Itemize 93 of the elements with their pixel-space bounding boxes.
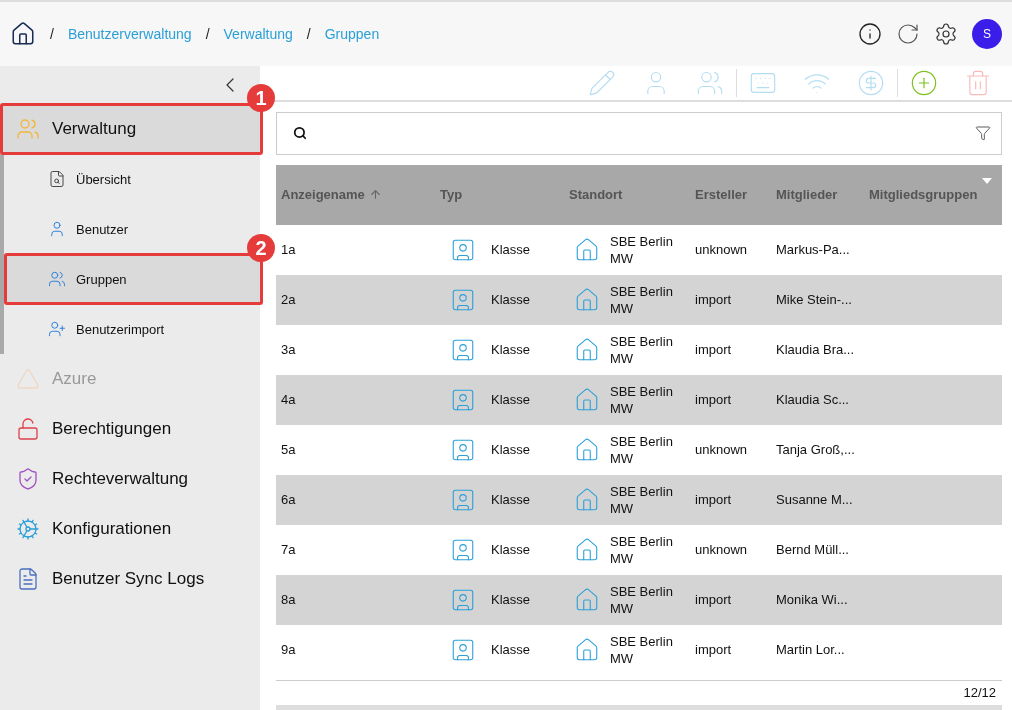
table-cell-text: import [694,492,733,508]
table-cell-text: 1a [280,242,297,258]
house-icon [574,636,600,663]
table-cell-text: import [694,592,733,608]
person-add-icon [48,320,66,338]
table-cell-text: unknown [694,242,749,258]
table-cell-text: SBE Berlin MW [610,382,674,417]
table-cell-text: Mike Stein-... [775,292,853,308]
person-icon [48,220,66,238]
sidebar-item[interactable]: Berechtigungen [0,404,260,454]
breadcrumb-separator: / [50,26,54,42]
table-cell-text: SBE Berlin MW [610,432,674,467]
house-icon [574,236,600,263]
table-cell-text: SBE Berlin MW [610,532,674,567]
row-count: 12/12 [963,684,996,700]
house-icon [574,286,600,313]
search-field[interactable] [276,111,1002,155]
table-cell-text: Klasse [490,642,531,658]
table-cell-text: Monika Wi... [775,592,849,608]
table-cell-text: import [694,642,733,658]
triangle-icon [16,367,40,391]
table-cell-text: Klasse [490,342,531,358]
table-row[interactable]: 8a Klasse SBE Berlin MW import Monika Wi... [276,574,1002,625]
table-cell-text: Susanne M... [775,492,854,508]
sidebar-item[interactable]: Gruppen [4,254,260,304]
table-cell-text: Klasse [490,542,531,558]
table-row[interactable]: 2a Klasse SBE Berlin MW import Mike Stein-... [276,274,1002,325]
unlock-icon [16,417,40,441]
table-cell-text: SBE Berlin MW [610,232,674,267]
table-cell-text: 2a [280,292,297,308]
users-icon [16,117,40,141]
group-icon [48,270,66,288]
dropdown-triangle-icon[interactable] [982,177,992,184]
step-badge: 2 [247,234,275,262]
table-row[interactable]: 6a Klasse SBE Berlin MW import Susanne M... [276,474,1002,525]
house-icon [574,486,600,513]
filter-icon[interactable] [975,125,991,142]
sidebar-item[interactable]: Übersicht [4,154,260,204]
house-icon [574,336,600,363]
table-cell-text: 5a [280,442,297,458]
table-cell-text: SBE Berlin MW [610,632,674,667]
table-cell-text: SBE Berlin MW [610,482,674,517]
table-cell-text: import [694,392,733,408]
table-cell-text: Klasse [490,592,531,608]
house-icon [574,386,600,413]
table-cell-text: Klasse [490,392,531,408]
search-icon [293,126,307,141]
shield-icon [16,467,40,491]
sidebar-item[interactable]: Konfigurationen [0,504,260,554]
house-icon [574,536,600,563]
document-search-icon [48,170,66,188]
table-cell-text: Martin Lor... [775,642,846,658]
table-cell-text: Markus-Pa... [775,242,851,258]
table-cell-text: Tanja Groß,... [775,442,856,458]
table-cell-text: Klaudia Bra... [775,342,856,358]
table-row[interactable]: 4a Klasse SBE Berlin MW import Klaudia Sc... [276,374,1002,425]
log-file-icon [16,567,40,591]
breadcrumb-separator: / [306,26,311,42]
table-cell-text: 3a [280,342,297,358]
table-cell-text: unknown [694,442,749,458]
table-cell-text: import [694,342,733,358]
house-icon [574,586,600,613]
sort-arrow-icon [368,188,382,202]
sidebar-item[interactable]: Verwaltung [0,104,260,154]
table-cell-text: Bernd Müll... [775,542,850,558]
table-cell-text: Klasse [490,442,531,458]
table-cell-text: unknown [694,542,749,558]
settings-icon[interactable] [934,22,958,46]
table-cell-text: 7a [280,542,297,558]
sidebar-item[interactable]: Benutzer Sync Logs [0,554,260,604]
table-cell-text: 4a [280,392,297,408]
house-icon [574,436,600,463]
table-cell-text: SBE Berlin MW [610,582,674,617]
breadcrumb-separator: / [205,26,210,42]
table-cell-text: SBE Berlin MW [610,332,674,367]
table-cell-text: import [694,292,733,308]
table-cell-text: SBE Berlin MW [610,282,674,317]
table-cell-text: 9a [280,642,297,658]
user-avatar[interactable]: S [972,19,1002,49]
add-button[interactable] [910,68,938,97]
table-cell-text: Klasse [490,242,531,258]
table-cell-text: Klasse [490,492,531,508]
sidebar-item[interactable]: Benutzerimport [4,304,260,354]
refresh-icon[interactable] [896,22,920,46]
table-cell-text: Klaudia Sc... [775,392,850,408]
table-cell-text: Klasse [490,292,531,308]
table-cell-text: 8a [280,592,297,608]
home-icon[interactable] [10,21,36,47]
step-badge: 1 [247,84,275,112]
table-cell-text: 6a [280,492,297,508]
sidebar-item[interactable]: Rechteverwaltung [0,454,260,504]
gear-icon [16,517,40,541]
info-icon[interactable] [858,22,882,46]
